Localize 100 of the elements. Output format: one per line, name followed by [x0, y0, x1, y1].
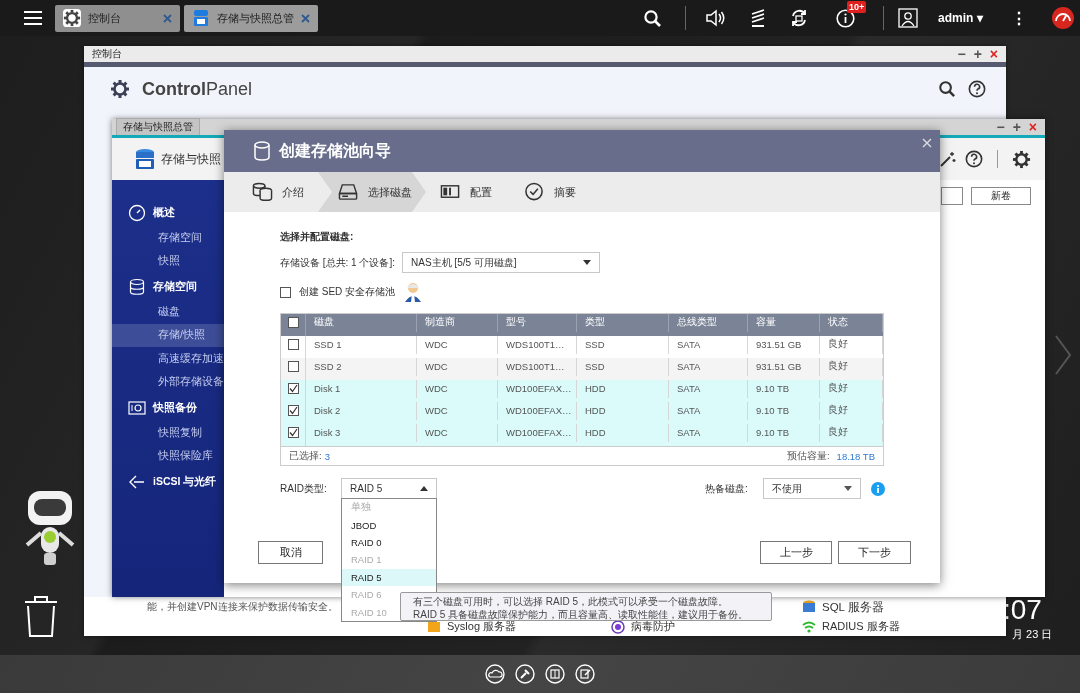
table-cell: WD100EFAX…: [498, 380, 577, 398]
sidebar-item[interactable]: 存储空间: [112, 273, 224, 300]
column-header[interactable]: 型号: [498, 314, 577, 332]
sidebar-item[interactable]: 快照保险库: [112, 444, 224, 468]
window-title: 控制台: [92, 47, 123, 61]
field-label: 存储设备 [总共: 1 个设备]:: [280, 255, 395, 270]
sidebar-item[interactable]: 存储空间: [112, 226, 224, 250]
column-header[interactable]: 总线类型: [669, 314, 748, 332]
section-label: 选择并配置磁盘:: [280, 230, 355, 244]
table-cell: SATA: [669, 380, 748, 398]
field-label: 热备磁盘:: [705, 481, 749, 496]
search-icon[interactable]: [938, 80, 956, 98]
dashboard-icon[interactable]: [1050, 6, 1075, 30]
capacity-value: 18.18 TB: [836, 450, 875, 462]
trash-icon[interactable]: [22, 594, 60, 638]
minimize-button[interactable]: −: [957, 46, 966, 62]
database-icon: [802, 600, 816, 614]
cancel-button[interactable]: 取消: [258, 541, 323, 564]
table-cell: SSD 2: [306, 358, 417, 376]
stack-icon[interactable]: [749, 8, 767, 28]
settings-icon: [110, 79, 130, 99]
column-header[interactable]: 制造商: [417, 314, 498, 332]
checkbox[interactable]: [288, 361, 299, 373]
column-header[interactable]: 状态: [820, 314, 883, 332]
checkbox[interactable]: [288, 383, 299, 395]
column-header[interactable]: 磁盘: [306, 314, 417, 332]
device-select[interactable]: NAS主机 [5/5 可用磁盘]: [402, 252, 600, 273]
wizard-step[interactable]: 摘要: [508, 172, 608, 212]
dialog-title: 创建存储池向导: [279, 140, 392, 161]
capacity-label: 预估容量:: [786, 449, 830, 463]
table-cell: SATA: [669, 358, 748, 376]
checkbox[interactable]: [288, 405, 299, 417]
wizard-step[interactable]: 选择磁盘: [318, 172, 426, 212]
clock-time: :07: [1003, 596, 1042, 624]
service-label[interactable]: RADIUS 服务器: [822, 619, 900, 634]
table-cell: WDC: [417, 380, 498, 398]
sidebar-item[interactable]: 概述: [112, 199, 224, 226]
sidebar-item[interactable]: iSCSI 与光纤: [112, 468, 224, 495]
sidebar-item[interactable]: 磁盘: [112, 300, 224, 324]
spare-select[interactable]: 不使用: [763, 478, 861, 499]
minimize-button[interactable]: −: [996, 119, 1005, 135]
settings-icon[interactable]: [1012, 149, 1031, 169]
sidebar-item[interactable]: 快照复制: [112, 421, 224, 445]
more-menu[interactable]: ⋮: [1010, 8, 1027, 28]
search-icon[interactable]: [643, 8, 662, 28]
table-cell: 931.51 GB: [748, 336, 820, 354]
person-icon: [403, 282, 424, 302]
sidebar-item[interactable]: 外部存储设备: [112, 370, 224, 394]
database-icon: [254, 141, 270, 161]
table-cell: WDS100T1…: [498, 358, 577, 376]
table-cell: WDC: [417, 358, 498, 376]
sidebar-item[interactable]: 高速缓存加速: [112, 347, 224, 371]
dropdown-option[interactable]: RAID 0: [342, 533, 436, 552]
table-cell: WDC: [417, 336, 498, 354]
next-button[interactable]: 下一步: [838, 541, 911, 564]
table-cell: 9.10 TB: [748, 402, 820, 420]
maximize-button[interactable]: +: [973, 46, 982, 62]
maximize-button[interactable]: +: [1012, 119, 1021, 135]
toolbar-button[interactable]: [941, 187, 963, 205]
help-icon[interactable]: [965, 150, 983, 168]
volume-icon[interactable]: [705, 9, 725, 27]
wizard-step[interactable]: 介绍: [224, 172, 318, 212]
raid-select[interactable]: RAID 5: [341, 478, 437, 499]
sync-icon[interactable]: [789, 8, 809, 28]
checkbox[interactable]: [280, 286, 291, 298]
column-header[interactable]: 类型: [577, 314, 669, 332]
back-button[interactable]: 上一步: [760, 541, 832, 564]
taskbar-tab[interactable]: 存储与快照总管: [184, 4, 318, 32]
table-cell: HDD: [577, 424, 669, 442]
note-icon[interactable]: [575, 664, 595, 684]
wand-icon[interactable]: [939, 150, 957, 168]
wrench-icon[interactable]: [515, 664, 535, 684]
new-volume-button[interactable]: 新卷: [971, 187, 1031, 205]
help-icon[interactable]: [968, 80, 986, 98]
checkbox[interactable]: [288, 317, 299, 329]
service-label[interactable]: SQL 服务器: [822, 599, 884, 615]
close-icon[interactable]: [301, 13, 310, 23]
user-menu[interactable]: admin ▾: [938, 11, 983, 25]
wizard-step[interactable]: 配置: [426, 172, 508, 212]
checkbox[interactable]: [288, 339, 299, 351]
table-cell: SATA: [669, 424, 748, 442]
sidebar-item[interactable]: 存储/快照: [112, 323, 224, 347]
service-label[interactable]: Syslog 服务器: [447, 619, 517, 634]
sidebar-item[interactable]: 快照备份: [112, 394, 224, 421]
sidebar-item[interactable]: 快照: [112, 249, 224, 273]
taskbar-tab[interactable]: 控制台: [55, 4, 180, 32]
user-icon[interactable]: [898, 8, 918, 28]
selected-label: 已选择:: [289, 449, 322, 463]
info-icon[interactable]: [836, 8, 855, 28]
dropdown-option[interactable]: JBOD: [342, 516, 436, 534]
dropdown-option[interactable]: RAID 5: [342, 568, 436, 586]
column-header[interactable]: 容量: [748, 314, 820, 332]
service-label[interactable]: 病毒防护: [631, 619, 675, 634]
table-cell: 931.51 GB: [748, 358, 820, 376]
table-cell: 良好: [820, 402, 883, 420]
checkbox[interactable]: [288, 427, 299, 439]
menu-icon[interactable]: [23, 10, 43, 26]
cloud-icon[interactable]: [485, 664, 505, 684]
table-cell: SSD 1: [306, 336, 417, 354]
close-button[interactable]: ×: [989, 46, 998, 62]
